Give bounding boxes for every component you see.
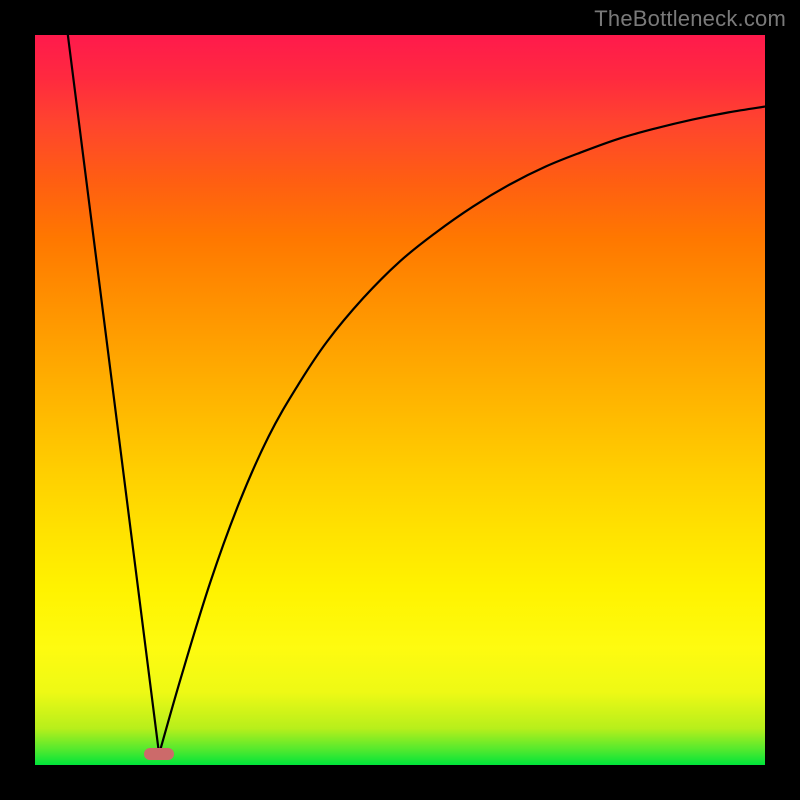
right-curve-path bbox=[159, 107, 765, 755]
plot-area bbox=[35, 35, 765, 765]
chart-frame: TheBottleneck.com bbox=[0, 0, 800, 800]
watermark-text: TheBottleneck.com bbox=[594, 6, 786, 32]
curve-layer bbox=[35, 35, 765, 765]
min-marker bbox=[144, 748, 174, 760]
left-slope-path bbox=[68, 35, 159, 754]
